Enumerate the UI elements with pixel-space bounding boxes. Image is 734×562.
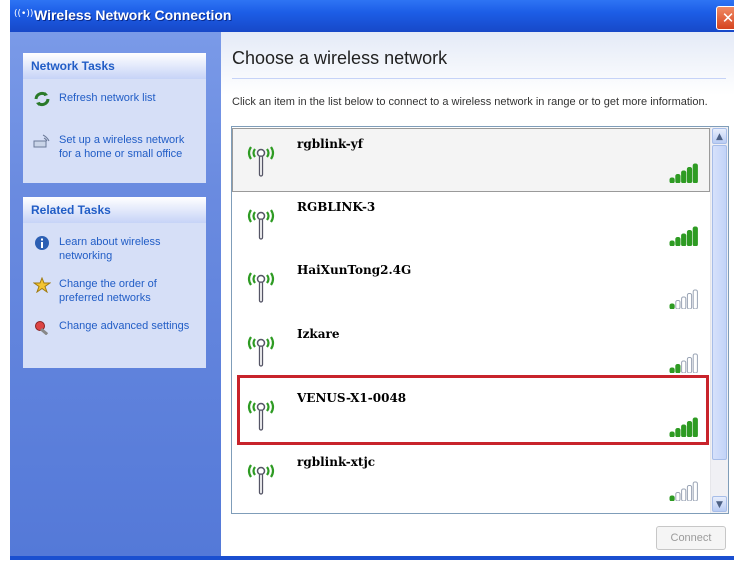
change-order-link[interactable]: Change the order of preferred networks [23,271,206,309]
scroll-down-button[interactable]: ▼ [712,496,727,512]
antenna-icon [243,265,279,305]
network-name: rgblink-xtjc [297,455,376,469]
page-title: Choose a wireless network [232,48,448,68]
setup-network-icon [33,133,51,149]
settings-icon [33,319,51,336]
related-tasks-box: Related Tasks Learn about wireless netwo… [23,197,206,368]
antenna-icon [243,457,279,497]
highlight-box [237,375,709,445]
signal-strength-icon [669,481,699,502]
network-row[interactable]: Izkare [233,319,709,381]
change-advanced-settings-link[interactable]: Change advanced settings [23,313,206,337]
signal-strength-icon [669,226,699,247]
network-tasks-box: Network Tasks Refresh network list Set u… [23,53,206,183]
change-order-label: Change the order of preferred networks [59,278,157,304]
learn-wireless-link[interactable]: Learn about wireless networking [23,229,206,267]
signal-strength-icon [669,289,699,310]
scrollbar[interactable]: ▲ ▼ [710,127,728,513]
network-name: rgblink-yf [297,137,363,151]
antenna-icon [243,139,279,179]
signal-strength-icon [669,163,699,184]
network-row[interactable]: RGBLINK-3 [233,192,709,254]
network-tasks-heading: Network Tasks [23,53,206,79]
refresh-network-list-label: Refresh network list [59,92,156,104]
setup-wireless-network-link[interactable]: Set up a wireless network for a home or … [23,127,206,165]
info-icon [33,235,51,251]
wireless-icon: ((•)) [14,9,34,19]
instructions-text: Click an item in the list below to conne… [232,96,708,108]
related-tasks-heading: Related Tasks [23,197,206,223]
antenna-icon [243,202,279,242]
connect-button[interactable]: Connect [656,526,726,550]
wireless-network-window: ((•)) Wireless Network Connection ✕ Netw… [10,0,734,560]
learn-wireless-label: Learn about wireless networking [59,236,161,262]
network-row[interactable]: rgblink-xtjc [233,447,709,509]
network-row[interactable]: HaiXunTong2.4G [233,255,709,317]
title-bar[interactable]: ((•)) Wireless Network Connection ✕ [10,0,734,32]
window-title: Wireless Network Connection [34,7,232,23]
network-row[interactable]: rgblink-yf [232,128,710,192]
scroll-thumb[interactable] [712,145,727,460]
scroll-up-button[interactable]: ▲ [712,128,727,144]
setup-wireless-network-label: Set up a wireless network for a home or … [59,134,185,160]
network-name: Izkare [297,327,340,341]
antenna-icon [243,329,279,369]
network-name: RGBLINK-3 [297,200,376,214]
close-button[interactable]: ✕ [716,6,734,30]
change-advanced-settings-label: Change advanced settings [59,320,190,332]
task-pane: Network Tasks Refresh network list Set u… [10,32,221,556]
network-name: HaiXunTong2.4G [297,263,412,277]
title-divider [232,78,726,79]
main-pane: Choose a wireless network Click an item … [221,32,734,556]
signal-strength-icon [669,353,699,374]
refresh-icon [33,91,51,107]
star-icon [32,276,52,294]
network-list[interactable]: rgblink-yf RGBLINK-3 HaiXunTong2.4G Izkare V… [231,126,729,514]
refresh-network-list-link[interactable]: Refresh network list [23,85,206,109]
